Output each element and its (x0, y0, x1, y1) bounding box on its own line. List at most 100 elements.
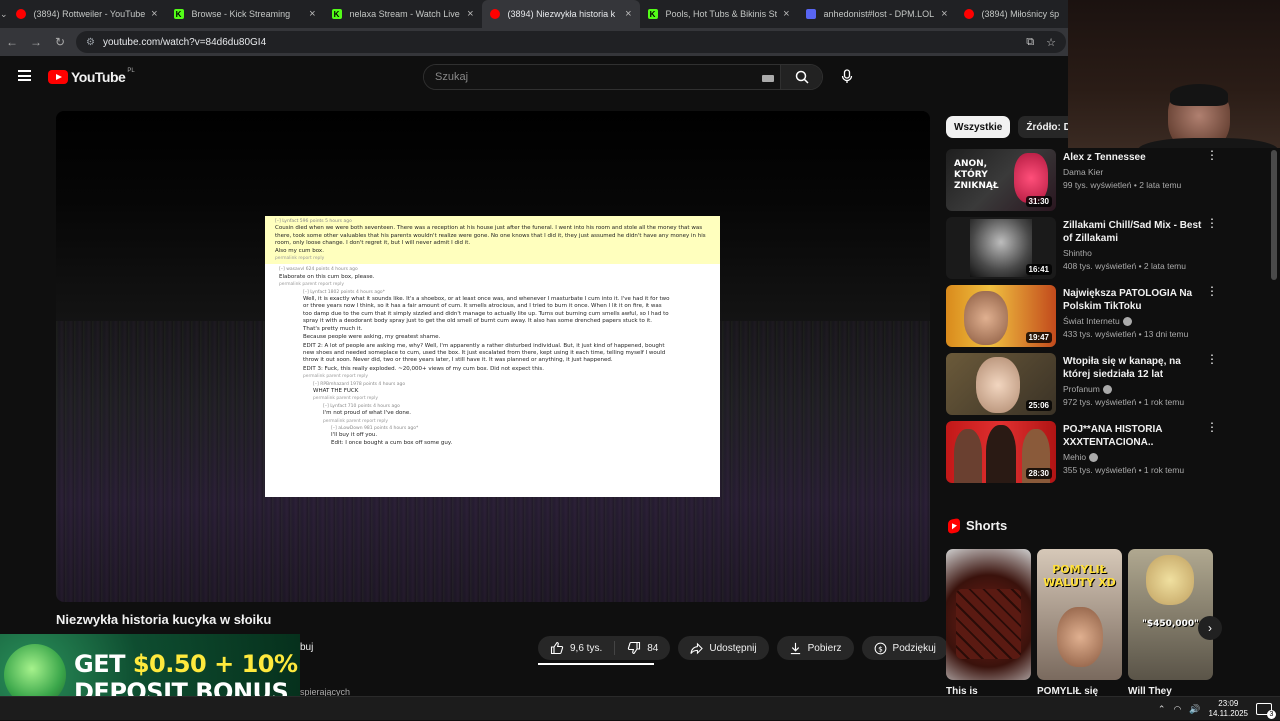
related-channel-name: Profanum (1063, 384, 1100, 394)
comment-text: I'll buy it off you. (331, 432, 378, 439)
browser-tab[interactable]: (3894) Rottweiler - YouTube × (8, 0, 166, 28)
related-channel[interactable]: Dama Kier (1063, 167, 1203, 177)
comment-text: EDIT 3: Fuck, this really exploded. ~20,… (303, 365, 544, 372)
video-duration: 31:30 (1025, 196, 1052, 207)
tab-close-icon[interactable]: × (309, 8, 315, 20)
dislike-button[interactable]: 84 (615, 641, 670, 655)
more-vert-icon[interactable]: ⋮ (1206, 217, 1218, 229)
tab-close-icon[interactable]: × (151, 8, 157, 20)
related-item[interactable]: 16:41 Zillakami Chill/Sad Mix - Best of … (946, 217, 1218, 285)
related-title[interactable]: Alex z Tennessee (1063, 151, 1203, 164)
related-channel[interactable]: Mehio (1063, 452, 1203, 462)
tabs: (3894) Rottweiler - YouTube × K Browse - Ki… (8, 0, 1114, 28)
thumb-caption: ANON, KTÓRY ZNIKNĄŁ (954, 159, 999, 191)
related-title[interactable]: Największa PATOLOGIA Na Polskim TikToku (1063, 287, 1203, 313)
subscribe-button-partial[interactable]: buj (300, 642, 313, 653)
kick-icon: K (331, 9, 342, 19)
related-item[interactable]: 25:06 Wtopiła się w kanapę, na której si… (946, 353, 1218, 421)
related-info: Alex z Tennessee Dama Kier 99 tys. wyświ… (1063, 149, 1203, 217)
related-channel[interactable]: Shintho (1063, 248, 1203, 258)
bookmark-star-icon[interactable]: ☆ (1046, 36, 1056, 49)
youtube-play-icon (48, 70, 68, 84)
url-field[interactable]: ⚙ youtube.com/watch?v=84d6du80GI4 ⧉ ☆ (76, 31, 1066, 53)
browser-tab[interactable]: anhedonist#lost - DPM.LOL × (798, 0, 956, 28)
youtube-logo[interactable]: YouTube PL (48, 68, 135, 85)
related-thumbnail[interactable]: 28:30 (946, 421, 1056, 483)
tab-search-chevron-icon[interactable]: ⌄ (0, 0, 8, 28)
back-arrow-icon[interactable]: ← (0, 35, 24, 49)
related-item[interactable]: 19:47 Największa PATOLOGIA Na Polskim Ti… (946, 285, 1218, 353)
tab-close-icon[interactable]: × (467, 8, 473, 20)
browser-tab[interactable]: K Pools, Hot Tubs & Bikinis Strea × (640, 0, 798, 28)
tab-close-icon[interactable]: × (783, 8, 789, 20)
reload-icon[interactable]: ↻ (48, 35, 72, 49)
kick-icon: K (647, 9, 658, 19)
thanks-button[interactable]: $ Podziękuj (861, 636, 948, 660)
video-player[interactable]: [–] Lynfact 596 points 5 hours ago Cousi… (56, 111, 930, 602)
related-channel[interactable]: Świat Internetu (1063, 316, 1203, 326)
chip-source[interactable]: Źródło: Dan (1018, 116, 1068, 138)
thumb-figure (1146, 555, 1194, 605)
streamer-hair (1170, 84, 1228, 106)
comment-text: EDIT 2: A lot of people are asking me, w… (303, 342, 666, 364)
hamburger-menu-icon[interactable] (18, 70, 31, 81)
page-scrollbar[interactable] (1270, 150, 1278, 690)
related-thumbnail[interactable]: 19:47 (946, 285, 1056, 347)
cast-icon[interactable]: ⧉ (1026, 36, 1034, 49)
more-vert-icon[interactable]: ⋮ (1206, 353, 1218, 365)
dislike-count: 84 (647, 642, 659, 654)
related-meta: 433 tys. wyświetleń • 13 dni temu (1063, 329, 1189, 339)
comment-links: permalink parent report reply (303, 374, 368, 380)
related-thumbnail[interactable]: 16:41 (946, 217, 1056, 279)
youtube-masthead: YouTube PL Szukaj (0, 56, 1068, 96)
related-title[interactable]: Zillakami Chill/Sad Mix - Best of Zillak… (1063, 219, 1203, 245)
related-channel-name: Świat Internetu (1063, 316, 1120, 326)
search-button[interactable] (780, 65, 822, 89)
related-title[interactable]: Wtopiła się w kanapę, na której siedział… (1063, 355, 1203, 381)
youtube-logo-text: YouTube (71, 69, 126, 85)
shorts-header: Shorts (948, 517, 1007, 534)
related-thumbnail[interactable]: 25:06 (946, 353, 1056, 415)
chevron-up-icon[interactable]: ⌃ (1158, 704, 1166, 715)
shorts-next-chevron-icon[interactable]: › (1198, 616, 1222, 640)
related-item[interactable]: ANON, KTÓRY ZNIKNĄŁ 31:30 Alex z Tenness… (946, 149, 1218, 217)
clock-time: 23:09 (1218, 699, 1239, 708)
browser-tab[interactable]: Knelaxa Stream - Watch Live on × (324, 0, 482, 28)
volume-icon[interactable]: 🔊 (1189, 704, 1200, 715)
tab-title: nelaxa Stream - Watch Live on (349, 9, 462, 19)
search-input[interactable]: Szukaj (424, 65, 780, 89)
related-info: Zillakami Chill/Sad Mix - Best of Zillak… (1063, 217, 1203, 285)
site-info-icon[interactable]: ⚙ (86, 37, 95, 48)
short-thumbnail[interactable]: "$450,000" (1128, 549, 1213, 680)
browser-tab[interactable]: K Browse - Kick Streaming × (166, 0, 324, 28)
related-item[interactable]: 28:30 POJ**ANA HISTORIA XXXTENTACIONA.. … (946, 421, 1218, 489)
clock[interactable]: 23:09 14.11.2025 (1209, 699, 1248, 719)
comment-meta: [–] aLowDown 981 points 4 hours ago* (331, 425, 419, 431)
youtube-icon (489, 9, 500, 19)
more-vert-icon[interactable]: ⋮ (1206, 285, 1218, 297)
share-button[interactable]: Udostępnij (678, 636, 769, 660)
download-button[interactable]: Pobierz (776, 636, 854, 660)
short-thumbnail[interactable]: POMYLIŁ WALUTY XD (1037, 549, 1122, 680)
notifications-icon[interactable]: 3 (1256, 703, 1276, 719)
microphone-icon[interactable] (840, 69, 854, 84)
wifi-icon[interactable]: ◠ (1173, 704, 1181, 715)
related-channel[interactable]: Profanum (1063, 384, 1203, 394)
like-button[interactable]: 9,6 tys. (538, 641, 616, 655)
keyboard-icon[interactable] (762, 75, 774, 82)
tab-close-icon[interactable]: × (941, 8, 947, 20)
chip-all[interactable]: Wszystkie (946, 116, 1011, 138)
video-title: Niezwykła historia kucyka w słoiku (56, 612, 272, 627)
more-vert-icon[interactable]: ⋮ (1206, 149, 1218, 161)
related-info: POJ**ANA HISTORIA XXXTENTACIONA.. Mehio … (1063, 421, 1203, 489)
browser-tab[interactable]: (3894) Niezwykła historia k × (481, 0, 640, 28)
forward-arrow-icon[interactable]: → (24, 35, 48, 49)
short-thumbnail[interactable] (946, 549, 1031, 680)
scrollbar-thumb[interactable] (1271, 150, 1277, 280)
like-count: 9,6 tys. (570, 642, 603, 654)
comment-text: WHAT THE FUCK (313, 387, 359, 394)
more-vert-icon[interactable]: ⋮ (1206, 421, 1218, 433)
tab-close-icon[interactable]: × (625, 8, 631, 20)
related-thumbnail[interactable]: ANON, KTÓRY ZNIKNĄŁ 31:30 (946, 149, 1056, 211)
related-title[interactable]: POJ**ANA HISTORIA XXXTENTACIONA.. (1063, 423, 1203, 449)
